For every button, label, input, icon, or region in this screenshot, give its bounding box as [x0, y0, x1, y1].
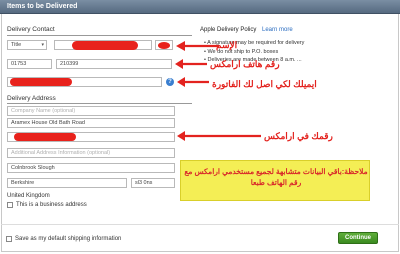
annotation-arrow-icon	[175, 59, 207, 69]
phone-number-value: 210399	[60, 61, 79, 67]
note-text: ملاحظة:باقي البيانات متشابهة لجميع مستخد…	[184, 167, 368, 187]
phone-prefix-value: 01753	[11, 61, 27, 67]
chevron-down-icon: ▾	[41, 42, 44, 48]
help-icon[interactable]: ?	[166, 78, 174, 86]
annotation-arrow-icon	[176, 41, 219, 51]
postcode-field[interactable]: sl3 0ns	[131, 178, 175, 188]
learn-more-link[interactable]: Learn more	[262, 27, 293, 33]
save-default-checkbox[interactable]	[6, 236, 12, 242]
phone-number-field[interactable]: 210399	[56, 59, 172, 69]
redaction-mark	[72, 41, 138, 50]
save-default-label: Save as my default shipping information	[15, 236, 122, 242]
section-header-title: Items to be Delivered	[7, 3, 78, 10]
annotation-arrow-icon	[177, 77, 209, 87]
divider	[7, 103, 192, 104]
title-select-value: Title	[11, 42, 22, 48]
country-label: United Kingdom	[7, 193, 50, 199]
annotation-name: الإسم	[216, 40, 238, 50]
phone-prefix-field[interactable]: 01753	[7, 59, 52, 69]
additional-address-field[interactable]: Additional Address Information (optional…	[7, 148, 175, 158]
delivery-policy-title: Apple Delivery Policy	[200, 27, 257, 33]
redaction-mark	[158, 42, 170, 49]
divider	[7, 35, 192, 36]
annotation-email: ايميلك لكي اصل لك الفاتورة	[212, 79, 317, 89]
annotation-arrow-icon	[177, 131, 261, 141]
address-line1-field[interactable]: Aramex House Old Bath Road	[7, 118, 175, 128]
company-name-field[interactable]: Company Name (optional)	[7, 106, 175, 116]
section-header: Items to be Delivered	[0, 0, 400, 14]
delivery-address-title: Delivery Address	[7, 95, 56, 102]
title-select[interactable]: Title ▾	[7, 40, 47, 50]
business-address-label: This is a business address	[16, 202, 87, 208]
redaction-mark	[14, 133, 76, 141]
redaction-mark	[10, 78, 72, 86]
delivery-contact-title: Delivery Contact	[7, 26, 55, 33]
town-field[interactable]: Colnbrook Slough	[7, 163, 175, 173]
divider	[1, 224, 399, 225]
annotation-phone: رقم هاتف ارامكس	[210, 59, 280, 69]
annotation-suite: رقمك في ارامكس	[264, 131, 333, 141]
continue-button[interactable]: Continue	[338, 232, 378, 244]
note-box: ملاحظة:باقي البيانات متشابهة لجميع مستخد…	[180, 160, 370, 201]
business-address-checkbox[interactable]	[7, 202, 13, 208]
county-field[interactable]: Berkshire	[7, 178, 127, 188]
